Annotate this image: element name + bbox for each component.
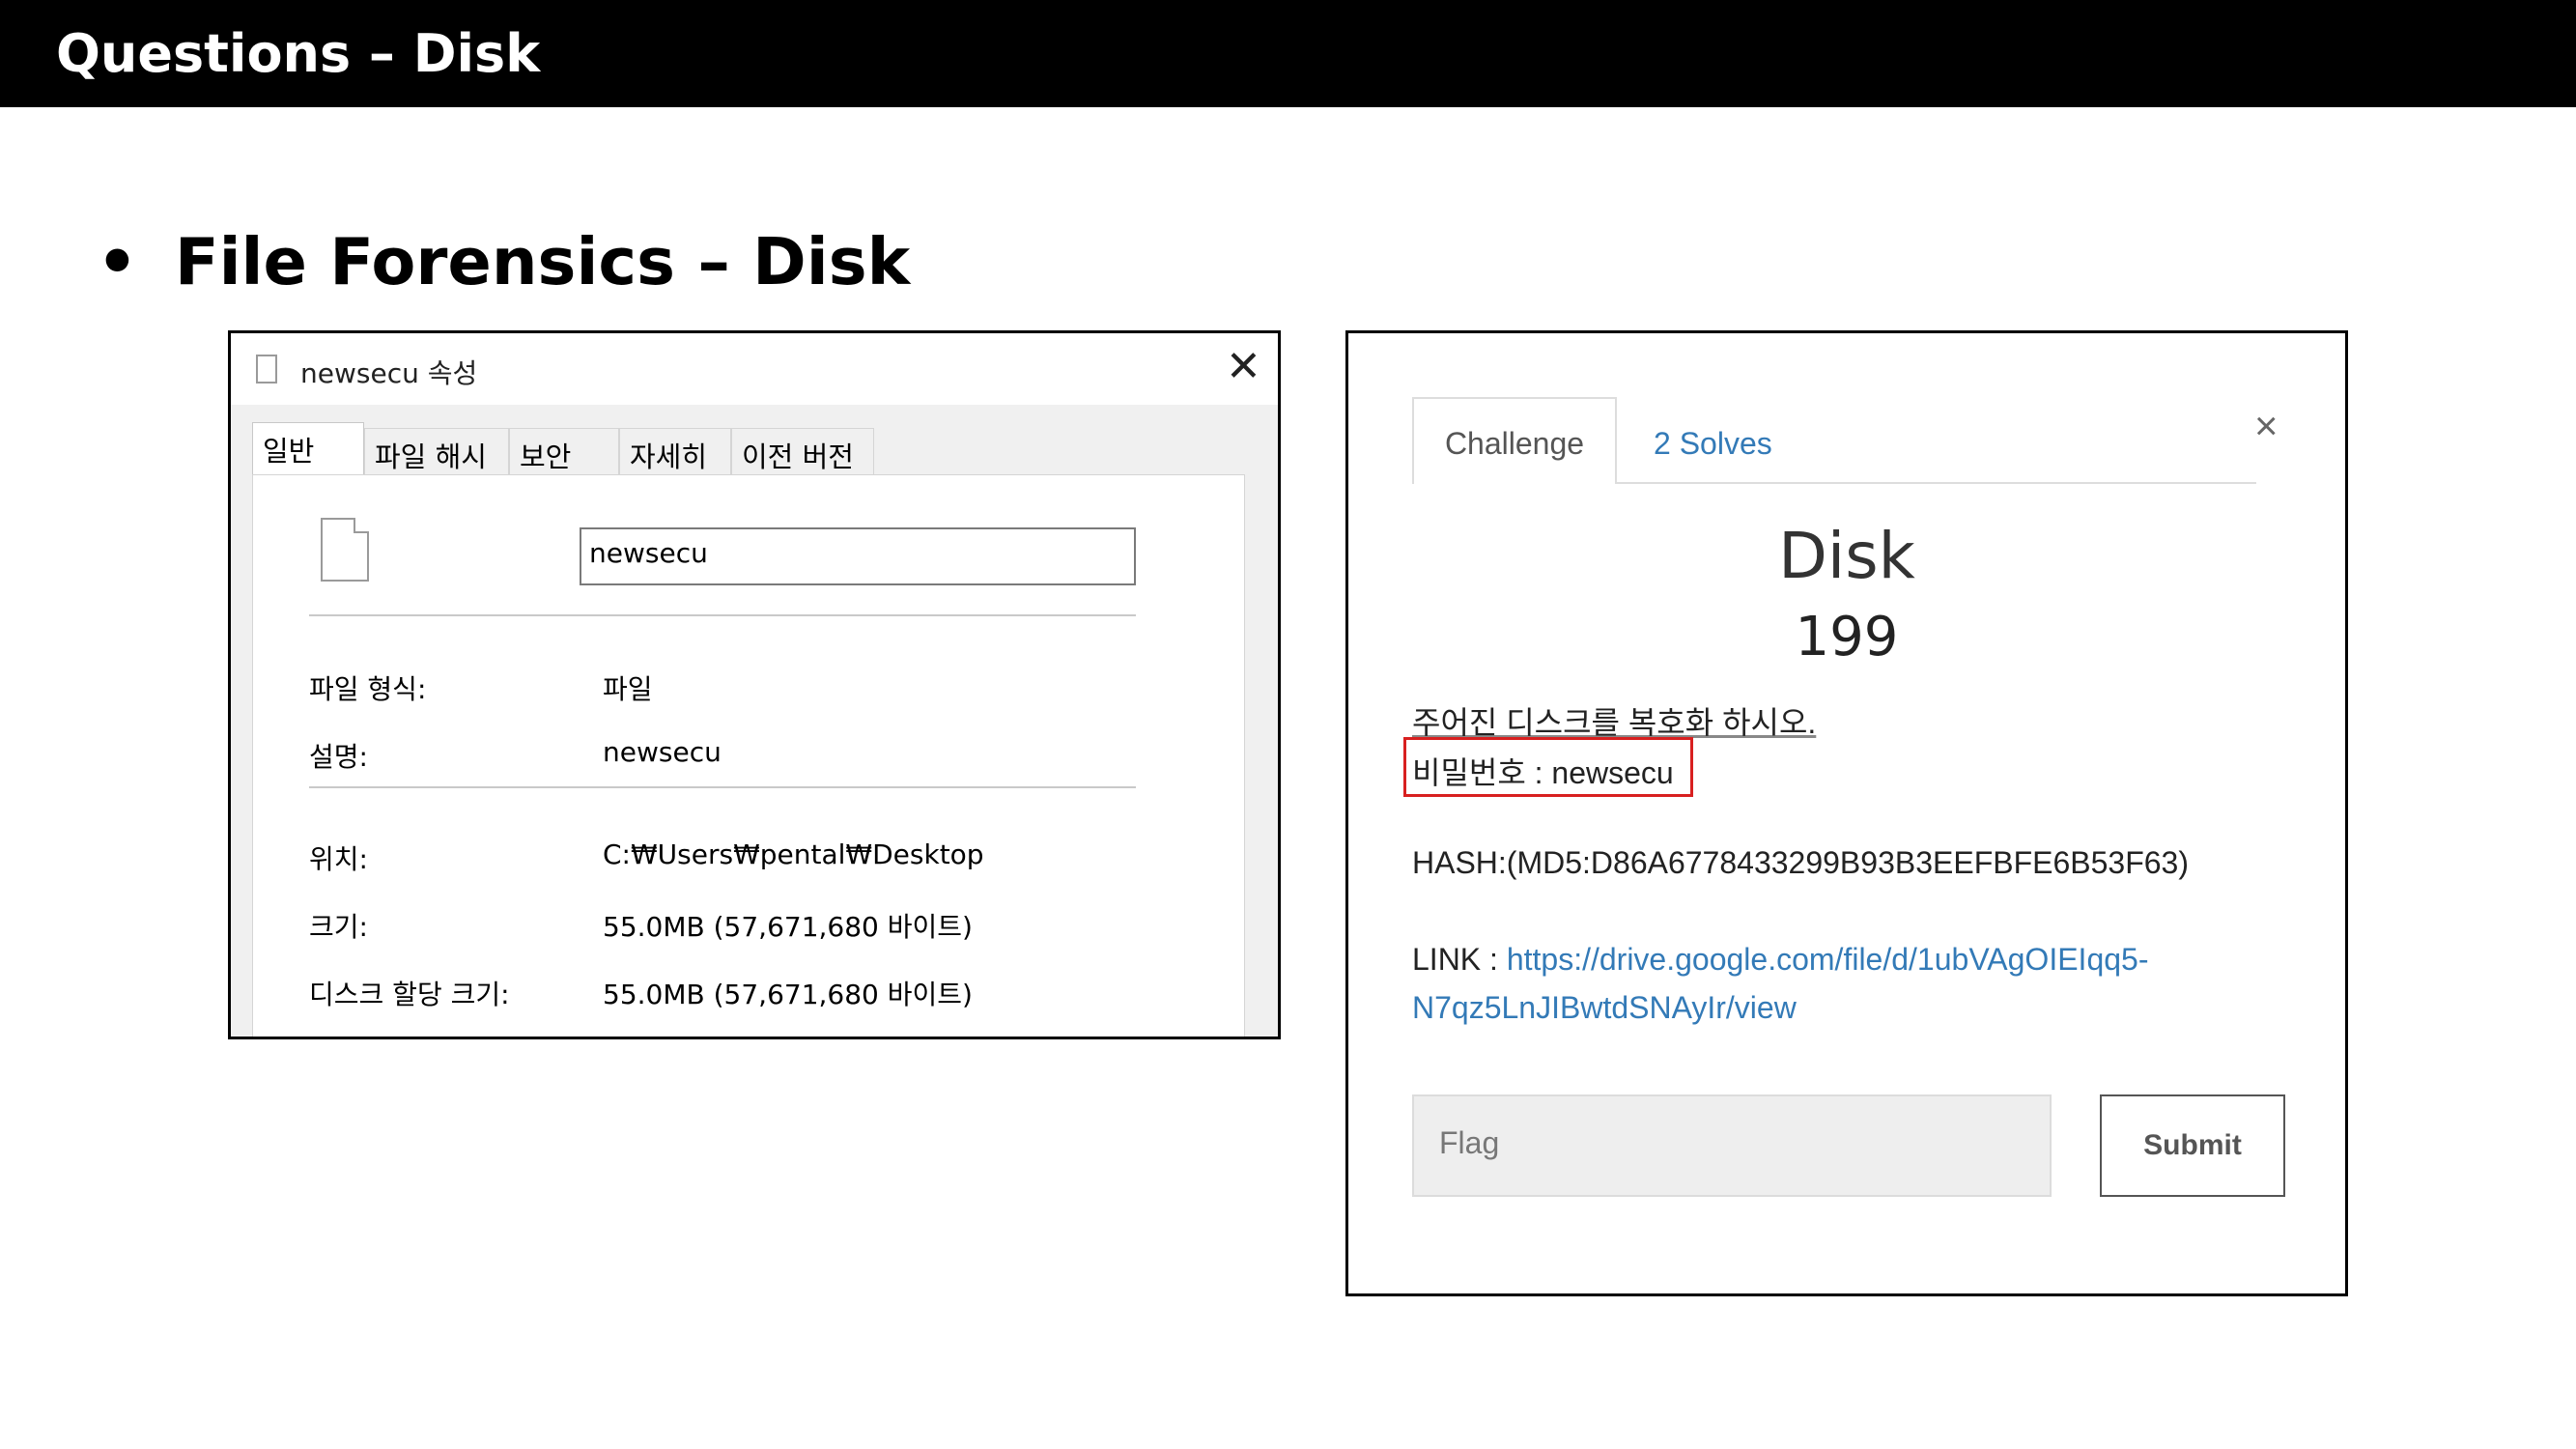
download-link[interactable]: https://drive.google.com/file/d/1ubVAgOI… <box>1507 942 2149 977</box>
location-label: 위치: <box>309 843 368 875</box>
bullet-heading: • File Forensics – Disk <box>97 224 910 299</box>
window-title-bar: newsecu 속성 ✕ <box>231 333 1278 405</box>
bullet-heading-text: File Forensics – Disk <box>174 224 911 299</box>
tab-details[interactable]: 자세히 <box>619 428 731 474</box>
file-name-field[interactable]: newsecu <box>580 527 1136 585</box>
size-value: 55.0MB (57,671,680 바이트) <box>603 911 973 943</box>
description-label: 설명: <box>309 741 368 773</box>
link-line: LINK : https://drive.google.com/file/d/1… <box>1412 942 2148 978</box>
file-icon <box>321 518 369 582</box>
window-title: newsecu 속성 <box>300 357 478 389</box>
file-type-value: 파일 <box>603 673 653 705</box>
password-highlight-box <box>1403 737 1693 797</box>
link-label: LINK : <box>1412 942 1507 977</box>
challenge-name: Disk <box>1778 519 1915 593</box>
submit-button[interactable]: Submit <box>2100 1094 2285 1197</box>
flag-input[interactable]: Flag <box>1412 1094 2052 1197</box>
window-close-button[interactable]: ✕ <box>1226 343 1261 391</box>
tab-security[interactable]: 보안 <box>509 428 619 474</box>
document-icon <box>256 355 277 384</box>
hash-line: HASH:(MD5:D86A6778433299B93B3EEFBFE6B53F… <box>1412 845 2189 880</box>
slide-header-bar: Questions – Disk <box>0 0 2576 107</box>
size-label: 크기: <box>309 911 368 943</box>
location-value: C:₩Users₩pental₩Desktop <box>603 838 984 870</box>
description-text: 주어진 디스크를 복호화 하시오. <box>1412 705 1817 740</box>
download-link-continued[interactable]: N7qz5LnJIBwtdSNAyIr/view <box>1412 990 1797 1025</box>
general-tab-panel: newsecu 파일 형식: 파일 설명: newsecu 위치: C:₩Use… <box>252 474 1245 1037</box>
separator <box>309 614 1136 616</box>
tab-previous-versions[interactable]: 이전 버전 <box>731 428 874 474</box>
file-properties-window: newsecu 속성 ✕ 일반 파일 해시 보안 자세히 이전 버전 newse… <box>228 330 1281 1039</box>
bullet-dot: • <box>97 224 138 299</box>
modal-close-button[interactable]: × <box>2254 403 2279 449</box>
tab-solves[interactable]: 2 Solves <box>1654 426 1772 462</box>
separator <box>309 786 1136 788</box>
tab-challenge[interactable]: Challenge <box>1412 397 1617 484</box>
link-line-continued: N7qz5LnJIBwtdSNAyIr/view <box>1412 990 1797 1026</box>
size-on-disk-value: 55.0MB (57,671,680 바이트) <box>603 979 973 1010</box>
challenge-points: 199 <box>1795 606 1899 668</box>
size-on-disk-label: 디스크 할당 크기: <box>309 979 510 1010</box>
file-type-label: 파일 형식: <box>309 673 427 705</box>
slide-title: Questions – Disk <box>56 23 541 84</box>
tab-file-hash[interactable]: 파일 해시 <box>364 428 509 474</box>
description-value: newsecu <box>603 736 722 768</box>
challenge-modal: Challenge 2 Solves × Disk 199 주어진 디스크를 복… <box>1345 330 2348 1296</box>
tab-general[interactable]: 일반 <box>252 422 364 476</box>
